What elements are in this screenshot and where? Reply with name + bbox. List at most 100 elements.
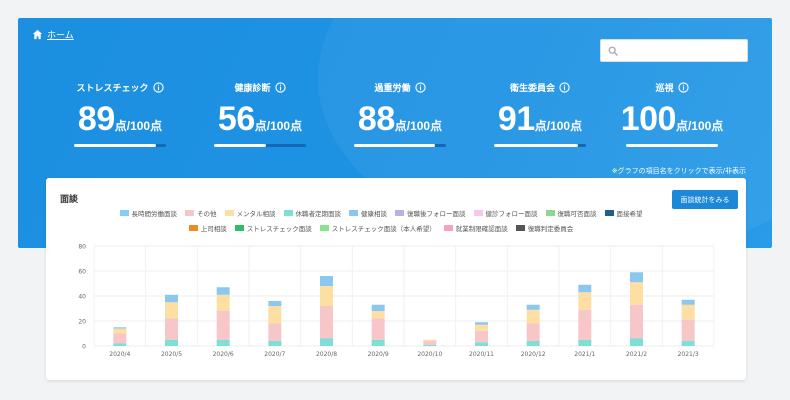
x-tick-label: 2020/4 bbox=[109, 351, 130, 358]
x-tick-label: 2020/11 bbox=[469, 351, 494, 358]
bar-segment bbox=[268, 301, 282, 306]
bar-segment bbox=[423, 341, 437, 345]
bar-segment bbox=[526, 304, 540, 310]
kpi-score: 100 bbox=[620, 100, 677, 138]
x-tick-label: 2020/6 bbox=[213, 351, 234, 358]
legend-toggle-note: ※グラフの項目名をクリックで表示/非表示 bbox=[611, 167, 746, 175]
dashboard-page: ホーム ストレスチェック 89点/100点 健康診断 56点/100点 過重労働… bbox=[0, 0, 790, 400]
kpi-stress-check: ストレスチェック 89点/100点 bbox=[60, 80, 180, 147]
bar-segment bbox=[165, 339, 178, 346]
bar-segment bbox=[630, 338, 643, 346]
bar-segment bbox=[371, 339, 385, 346]
bar-segment bbox=[113, 327, 127, 329]
x-tick-label: 2020/7 bbox=[264, 351, 285, 358]
bar-segment bbox=[268, 306, 282, 324]
x-tick-label: 2021/3 bbox=[678, 351, 699, 358]
bar-segment bbox=[630, 304, 643, 339]
search-input[interactable] bbox=[623, 40, 743, 61]
breadcrumb-home-link[interactable]: ホーム bbox=[47, 28, 74, 41]
kpi-progress-bar bbox=[354, 144, 446, 147]
bar-segment bbox=[681, 319, 695, 341]
kpi-progress-bar bbox=[214, 144, 306, 147]
kpi-unit: 点/100点 bbox=[114, 119, 163, 133]
kpi-score: 89 bbox=[77, 100, 115, 138]
kpi-unit: 点/100点 bbox=[394, 119, 443, 133]
kpi-progress-bar bbox=[494, 144, 586, 147]
kpi-score: 91 bbox=[497, 100, 535, 138]
bar-segment bbox=[113, 333, 127, 344]
bar-segment bbox=[216, 311, 230, 340]
kpi-progress-bar bbox=[74, 144, 166, 147]
x-tick-label: 2020/10 bbox=[417, 351, 442, 358]
kpi-progress-fill bbox=[354, 144, 435, 147]
bar-segment bbox=[371, 304, 385, 311]
kpi-score: 56 bbox=[217, 100, 255, 138]
x-tick-label: 2020/8 bbox=[316, 351, 337, 358]
bar-segment bbox=[371, 318, 385, 340]
y-tick-label: 20 bbox=[78, 319, 86, 326]
x-tick-label: 2020/5 bbox=[161, 351, 182, 358]
search-box[interactable] bbox=[600, 39, 748, 62]
x-tick-label: 2020/9 bbox=[368, 351, 389, 358]
bar-segment bbox=[216, 287, 230, 295]
kpi-label: 巡視 bbox=[655, 83, 674, 94]
interview-card: 面談 面談統計をみる 長時間労働面談 その他 メンタル相談 休職者定期面談 健康相談 復職… bbox=[46, 178, 746, 380]
bar-segment bbox=[630, 282, 643, 305]
kpi-unit: 点/100点 bbox=[675, 119, 724, 133]
y-tick-label: 40 bbox=[78, 294, 86, 301]
bar-segment bbox=[578, 292, 592, 310]
bar-segment bbox=[320, 338, 333, 346]
bar-segment bbox=[268, 341, 282, 346]
kpi-score: 88 bbox=[357, 100, 395, 138]
kpi-unit: 点/100点 bbox=[534, 119, 583, 133]
bar-segment bbox=[681, 299, 695, 305]
info-icon[interactable] bbox=[274, 81, 286, 93]
kpi-health-checkup: 健康診断 56点/100点 bbox=[200, 80, 320, 147]
bar-segment bbox=[578, 339, 592, 346]
bar-segment bbox=[216, 339, 230, 346]
bar-segment bbox=[371, 311, 385, 319]
bar-segment bbox=[630, 272, 643, 283]
x-tick-label: 2021/2 bbox=[626, 351, 647, 358]
home-icon bbox=[32, 29, 43, 40]
kpi-label: 健康診断 bbox=[234, 83, 271, 94]
info-icon[interactable] bbox=[414, 81, 426, 93]
kpi-progress-fill bbox=[494, 144, 578, 147]
kpi-progress-bar bbox=[626, 144, 718, 147]
kpi-label: 過重労働 bbox=[374, 83, 411, 94]
info-icon[interactable] bbox=[677, 81, 689, 93]
bar-segment bbox=[578, 309, 592, 340]
y-tick-label: 80 bbox=[78, 244, 86, 251]
x-tick-label: 2021/1 bbox=[574, 351, 595, 358]
kpi-progress-fill bbox=[74, 144, 156, 147]
bar-segment bbox=[268, 323, 282, 341]
info-icon[interactable] bbox=[559, 81, 570, 93]
bar-segment bbox=[165, 302, 178, 319]
bar-segment bbox=[475, 324, 488, 331]
bar-segment bbox=[216, 294, 230, 311]
kpi-label: ストレスチェック bbox=[76, 83, 149, 94]
bar-segment bbox=[320, 306, 333, 339]
bar-segment bbox=[113, 343, 127, 346]
bar-segment bbox=[578, 284, 592, 293]
bar-segment bbox=[165, 294, 178, 303]
kpi-health-committee: 衛生委員会 91点/100点 bbox=[480, 80, 600, 147]
bar-segment bbox=[423, 339, 437, 341]
bar-segment bbox=[475, 322, 488, 325]
bar-segment bbox=[320, 286, 333, 306]
info-icon[interactable] bbox=[152, 81, 164, 93]
bar-segment bbox=[113, 328, 127, 334]
kpi-progress-fill bbox=[214, 144, 266, 147]
bar-segment bbox=[681, 304, 695, 320]
kpi-label: 衛生委員会 bbox=[509, 83, 555, 94]
bar-segment bbox=[423, 344, 437, 346]
bar-segment bbox=[526, 309, 540, 324]
bar-segment bbox=[320, 276, 333, 286]
x-tick-label: 2020/12 bbox=[521, 351, 546, 358]
interview-stacked-bar-chart: 0 20 40 60 80 2020/4 2020/5 2020/6 2020/7 2020/8 2… bbox=[78, 244, 715, 358]
bar-segment bbox=[681, 341, 695, 346]
kpi-unit: 点/100点 bbox=[254, 119, 303, 133]
bar-segment bbox=[526, 341, 540, 346]
bar-segment bbox=[475, 342, 488, 346]
kpi-overwork: 過重労働 88点/100点 bbox=[340, 80, 460, 147]
